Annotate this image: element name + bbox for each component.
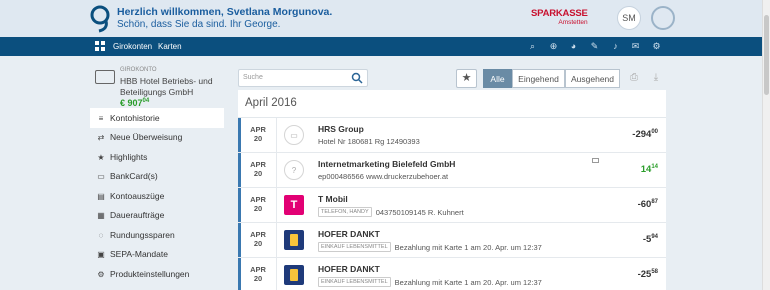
page-scrollbar[interactable]: [762, 0, 770, 290]
transaction-name: HRS Group: [318, 124, 364, 134]
hofer-logo-icon: [284, 230, 304, 250]
transaction-detail: Hotel Nr 180681 Rg 12490393: [318, 137, 420, 146]
statement-icon: ▤: [97, 191, 105, 201]
list-icon: ≡: [98, 113, 104, 123]
sidebar-item-neue-ueberweisung[interactable]: ⇄ Neue Überweisung: [90, 127, 224, 147]
app-header: Herzlich willkommen, Svetlana Morgunova.…: [0, 0, 762, 37]
row-indicator: [238, 118, 241, 152]
row-indicator: [238, 223, 241, 257]
transaction-name: HOFER DANKT: [318, 264, 380, 274]
hofer-logo-icon: [284, 265, 304, 285]
sidebar-item-rundungssparen[interactable]: ◌ Rundungssparen: [90, 225, 224, 245]
month-label: April 2016: [245, 97, 297, 109]
sidebar-item-dauerauftraege[interactable]: ▦ Daueraufträge: [90, 205, 224, 225]
top-navigation: Girokonten Karten ⌕ ⊕ ◕ ✎ ♪ ✉ ⚙: [0, 37, 762, 56]
transfer-icon: ⇄: [97, 132, 105, 142]
download-icon[interactable]: ⤓: [650, 72, 662, 84]
filter-alle-button[interactable]: Alle: [483, 69, 512, 88]
george-logo-icon: [90, 5, 110, 33]
apps-grid-icon[interactable]: [95, 41, 105, 51]
bell-icon[interactable]: ♪: [610, 41, 621, 52]
note-icon[interactable]: [592, 158, 599, 163]
row-indicator: [238, 258, 241, 290]
filter-eingehend-button[interactable]: Eingehend: [512, 69, 565, 88]
bank-branch: Amstetten: [558, 19, 588, 26]
transaction-row[interactable]: APR 20 T T Mobil TELEFON, HANDY 0437501091…: [238, 188, 666, 223]
row-indicator: [238, 188, 241, 222]
transaction-amount: -29400: [632, 129, 658, 141]
add-icon[interactable]: ⊕: [548, 41, 559, 52]
settings-icon[interactable]: ⚙: [651, 41, 662, 52]
bank-brand: SPARKASSE Amstetten: [531, 8, 588, 26]
category-tag: TELEFON, HANDY: [318, 207, 372, 217]
gear-icon: ⚙: [97, 269, 105, 279]
standing-order-icon: ▦: [97, 210, 105, 220]
transaction-row[interactable]: APR 20 ▭ HRS Group Hotel Nr 180681 Rg 124…: [238, 118, 666, 153]
row-indicator: [238, 153, 241, 187]
transaction-date: APR 20: [250, 160, 266, 178]
transaction-detail: ep000486566 www.druckerzubehoer.at: [318, 172, 449, 181]
row-divider: [276, 153, 277, 187]
scrollbar-thumb[interactable]: [764, 15, 769, 95]
sidebar-item-produkteinstellungen[interactable]: ⚙ Produkteinstellungen: [90, 264, 224, 284]
search-icon[interactable]: ⌕: [527, 41, 538, 52]
transaction-amount: 1414: [640, 164, 658, 176]
transaction-date: APR 20: [250, 230, 266, 248]
chart-icon[interactable]: ◕: [568, 41, 579, 52]
transaction-amount: -2558: [637, 269, 658, 281]
transaction-detail: TELEFON, HANDY 043750109145 R. Kuhnert: [318, 207, 464, 217]
row-divider: [276, 258, 277, 290]
search-placeholder: Suche: [243, 74, 263, 81]
account-name[interactable]: HBB Hotel Betriebs- und Beteiligungs Gmb…: [120, 76, 220, 98]
sidebar-item-bankcards[interactable]: ▭ BankCard(s): [90, 166, 224, 186]
savings-icon: ◌: [98, 230, 104, 240]
print-icon[interactable]: ⎙: [628, 72, 640, 84]
favorites-star-button[interactable]: ★: [456, 69, 477, 88]
card-icon: ▭: [97, 171, 105, 181]
sepa-icon: ▣: [97, 249, 105, 259]
account-card-icon: [95, 70, 115, 84]
transaction-detail: EINKAUF LEBENSMITTEL Bezahlung mit Karte …: [318, 277, 542, 287]
transaction-row[interactable]: APR 20 ? Internetmarketing Bielefeld GmbH…: [238, 153, 666, 188]
category-tag: EINKAUF LEBENSMITTEL: [318, 242, 391, 252]
row-divider: [276, 188, 277, 222]
transaction-date: APR 20: [250, 125, 266, 143]
sidebar-item-kontoauszuege[interactable]: ▤ Kontoauszüge: [90, 186, 224, 206]
account-balance: € 90704: [120, 98, 150, 108]
transaction-amount: -594: [642, 234, 658, 246]
transaction-name: Internetmarketing Bielefeld GmbH: [318, 159, 456, 169]
account-type-label: GIROKONTO: [120, 67, 157, 73]
telekom-logo-icon: T: [284, 195, 304, 215]
transaction-name: T Mobil: [318, 194, 348, 204]
transaction-amount: -6087: [637, 199, 658, 211]
search-icon[interactable]: [351, 72, 363, 84]
tab-karten[interactable]: Karten: [158, 42, 182, 51]
user-avatar[interactable]: SM: [617, 6, 641, 30]
transaction-row[interactable]: APR 20 HOFER DANKT EINKAUF LEBENSMITTEL Be…: [238, 223, 666, 258]
category-tag: EINKAUF LEBENSMITTEL: [318, 277, 391, 287]
star-icon: ★: [97, 152, 105, 162]
sidebar-item-kontohistorie[interactable]: ≡ Kontohistorie: [90, 108, 224, 128]
filter-ausgehend-button[interactable]: Ausgehend: [565, 69, 620, 88]
welcome-subtitle: Schön, dass Sie da sind. Ihr George.: [117, 19, 281, 30]
transaction-row[interactable]: APR 20 HOFER DANKT EINKAUF LEBENSMITTEL Be…: [238, 258, 666, 290]
tab-girokonten[interactable]: Girokonten: [113, 42, 152, 51]
transaction-date: APR 20: [250, 195, 266, 213]
row-divider: [276, 118, 277, 152]
logout-power-icon[interactable]: [651, 6, 675, 30]
month-header: April 2016: [238, 90, 666, 118]
transaction-date: APR 20: [250, 265, 266, 283]
sidebar-item-highlights[interactable]: ★ Highlights: [90, 147, 224, 167]
row-divider: [276, 223, 277, 257]
message-icon[interactable]: ✉: [630, 41, 641, 52]
sidebar-item-sepa-mandate[interactable]: ▣ SEPA-Mandate: [90, 244, 224, 264]
card-logo-icon: ▭: [284, 125, 304, 145]
transaction-name: HOFER DANKT: [318, 229, 380, 239]
welcome-greeting: Herzlich willkommen, Svetlana Morgunova.: [117, 6, 333, 18]
bank-name: SPARKASSE: [531, 8, 588, 19]
search-input[interactable]: Suche: [238, 69, 368, 87]
edit-icon[interactable]: ✎: [589, 41, 600, 52]
unknown-merchant-icon: ?: [284, 160, 304, 180]
transaction-detail: EINKAUF LEBENSMITTEL Bezahlung mit Karte …: [318, 242, 542, 252]
